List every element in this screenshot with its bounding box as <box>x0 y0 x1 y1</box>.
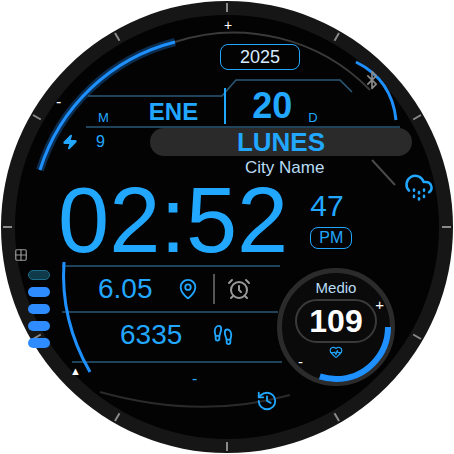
bottom-mark: - <box>192 370 197 388</box>
year: 2025 <box>220 44 300 70</box>
distance-separator <box>213 274 215 304</box>
scroll-arrow[interactable]: ▲ <box>70 366 81 377</box>
battery: 9 <box>0 134 150 150</box>
period: PM <box>310 227 352 249</box>
lightning-icon <box>62 134 78 150</box>
history-icon[interactable] <box>256 390 278 412</box>
month: ENE <box>149 100 198 124</box>
bluetooth-icon <box>362 70 382 90</box>
year-row: 2025 <box>0 44 454 70</box>
alarm-icon[interactable] <box>227 277 251 301</box>
day: 20 <box>252 88 292 124</box>
weekday: LUNES <box>237 129 325 155</box>
heart-rate-value-box: 109 <box>295 299 376 343</box>
battery-segment <box>28 304 50 314</box>
battery-value: 9 <box>96 134 105 150</box>
top-gauge-plus[interactable]: + <box>224 18 232 32</box>
grid-icon[interactable] <box>14 248 28 262</box>
time-side: 47 PM <box>310 191 352 249</box>
heart-rate-label: Medio <box>316 279 357 296</box>
battery-segment <box>28 321 50 331</box>
weekday-bar: LUNES <box>150 128 412 156</box>
city-row: City Name <box>0 158 454 178</box>
bottom-icon-row <box>0 390 454 412</box>
weekday-row: 9 LUNES <box>0 128 454 156</box>
bottom-mark-row: - <box>0 370 454 388</box>
time: 02:52 <box>58 178 288 262</box>
heart-rate-body: Medio 109 <box>282 273 390 359</box>
weather-icon[interactable] <box>404 172 434 202</box>
heart-rate-widget[interactable]: Medio 109 + - <box>277 268 395 386</box>
heart-rate-minus[interactable]: - <box>298 354 303 369</box>
city: City Name <box>245 158 324 178</box>
date-row: M ENE 20 D <box>0 88 454 124</box>
month-label: M <box>98 111 109 124</box>
location-icon <box>177 278 199 300</box>
day-label: D <box>308 111 317 124</box>
battery-segment <box>28 338 50 348</box>
battery-segment <box>28 287 50 297</box>
watch-screen: 2025 M ENE 20 D 9 LUNES City Name02:52 47 PM 6.05 6… <box>0 0 454 454</box>
time-row: 02:52 47 PM <box>0 178 454 262</box>
battery-segment <box>28 270 50 280</box>
footprints-icon <box>212 324 234 346</box>
heart-rate-value: 109 <box>309 303 362 339</box>
steps: 6335 <box>120 321 182 349</box>
top-gauge-minus[interactable]: - <box>56 94 61 110</box>
date-separator <box>224 88 226 124</box>
heart-icon <box>329 345 343 359</box>
distance: 6.05 <box>98 275 153 303</box>
battery-segments <box>28 270 50 348</box>
heart-rate-plus[interactable]: + <box>375 297 384 312</box>
seconds: 47 <box>310 191 343 221</box>
